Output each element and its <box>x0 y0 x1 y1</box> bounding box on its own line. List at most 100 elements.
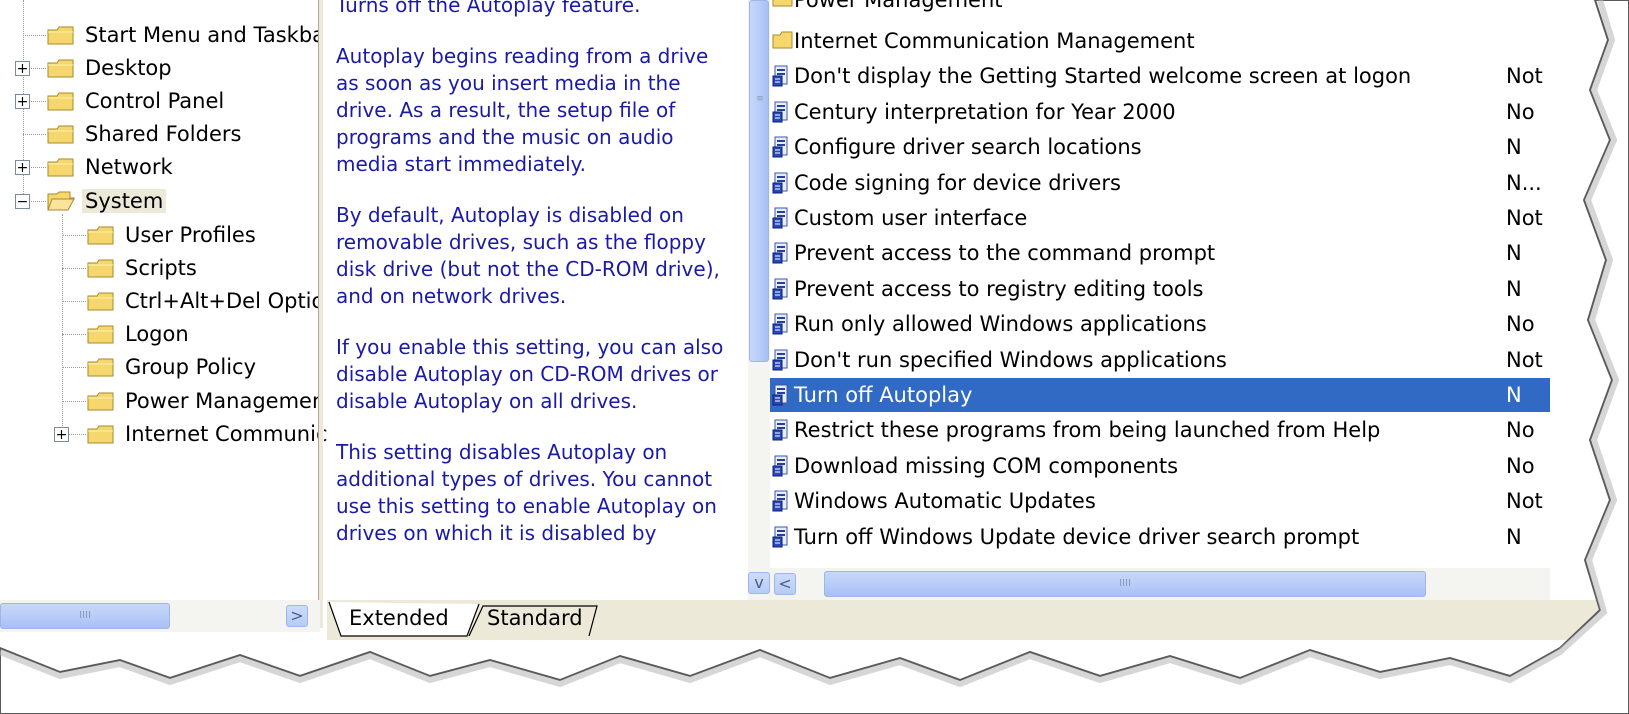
policy-setting-row[interactable]: Prevent access to the command prompt N <box>770 236 1550 270</box>
policy-setting-row[interactable]: Configure driver search locations N <box>770 130 1550 164</box>
tree-item[interactable]: Start Menu and Taskba <box>46 20 327 50</box>
policy-setting-row[interactable]: Windows Automatic Updates Not <box>770 484 1550 518</box>
tree-item[interactable]: Group Policy <box>86 352 259 382</box>
policy-setting-icon <box>772 489 792 513</box>
policy-setting-row[interactable]: Download missing COM components No <box>770 449 1550 483</box>
policy-setting-icon <box>772 418 792 442</box>
description-scroll-thumb[interactable]: ≡ <box>749 0 769 362</box>
tree-scroll-thumb[interactable]: IIII <box>0 603 170 629</box>
folder-icon <box>86 257 116 279</box>
folder-icon <box>772 29 793 53</box>
policy-setting-icon <box>772 206 792 230</box>
policy-setting-row[interactable]: Code signing for device drivers N... <box>770 166 1550 200</box>
scroll-grip-icon: ≡ <box>756 94 764 104</box>
list-horizontal-scrollbar[interactable]: < IIII <box>770 568 1550 600</box>
chevron-down-icon: v <box>754 573 764 592</box>
tree-item[interactable]: Internet Communic <box>86 419 327 449</box>
setting-state: Not <box>1506 206 1543 230</box>
tree-item[interactable]: Ctrl+Alt+Del Optio <box>86 286 327 316</box>
policy-setting-row[interactable]: Don't run specified Windows applications… <box>770 343 1550 377</box>
setting-state: Not <box>1506 489 1543 514</box>
setting-name: Configure driver search locations <box>794 135 1142 160</box>
folder-icon <box>46 24 76 46</box>
list-item-label: Power Management <box>794 0 1003 12</box>
description-paragraph: By default, Autoplay is disabled on remo… <box>336 203 720 308</box>
policy-setting-row[interactable]: Run only allowed Windows applications No <box>770 307 1550 341</box>
chevron-left-icon: < <box>778 574 792 593</box>
description-paragraph: If you enable this setting, you can also… <box>336 335 724 413</box>
setting-name: Restrict these programs from being launc… <box>794 418 1381 443</box>
tree-item[interactable]: Network <box>46 152 176 182</box>
description-vertical-scrollbar[interactable]: ≡ v <box>748 0 770 600</box>
tree-connector <box>62 301 86 302</box>
setting-state: N <box>1506 135 1522 160</box>
policy-setting-icon <box>772 348 792 372</box>
tree-connector <box>62 235 86 236</box>
setting-name: Custom user interface <box>794 206 1028 230</box>
pane-splitter[interactable] <box>318 0 324 628</box>
list-scroll-thumb[interactable]: IIII <box>824 571 1426 597</box>
setting-name: Don't run specified Windows applications <box>794 347 1227 372</box>
expand-icon[interactable]: + <box>54 427 69 442</box>
scroll-down-button[interactable]: v <box>748 572 770 594</box>
tree-item-label: Shared Folders <box>85 122 242 146</box>
scroll-left-button[interactable]: < <box>774 573 796 595</box>
policy-setting-row[interactable]: Don't display the Getting Started welcom… <box>770 59 1550 93</box>
tree-item[interactable]: System <box>46 186 167 216</box>
expand-icon[interactable]: + <box>15 61 30 76</box>
folder-icon <box>86 290 116 312</box>
tab-standard[interactable]: Standard <box>487 600 583 636</box>
policy-setting-icon <box>772 277 792 301</box>
setting-state: Not <box>1506 64 1543 89</box>
tree-item[interactable]: Control Panel <box>46 86 227 116</box>
tree-item[interactable]: Power Managemen <box>86 386 327 416</box>
setting-name: Prevent access to the command prompt <box>794 241 1216 266</box>
policy-setting-row[interactable]: Restrict these programs from being launc… <box>770 413 1550 447</box>
policy-setting-icon <box>772 171 792 195</box>
tree-item-label: User Profiles <box>125 223 256 247</box>
tree-item[interactable]: Desktop <box>46 53 175 83</box>
collapse-icon[interactable]: − <box>15 194 30 209</box>
tree-item[interactable]: User Profiles <box>86 220 259 250</box>
setting-state: No <box>1506 99 1535 124</box>
setting-state: No <box>1506 453 1535 478</box>
setting-description: Turns off the Autoplay feature. Autoplay… <box>336 0 734 600</box>
tree-item[interactable]: Logon <box>86 319 192 349</box>
scroll-right-button[interactable]: > <box>286 605 308 627</box>
folder-icon <box>46 57 76 79</box>
setting-state: No <box>1506 418 1535 443</box>
folder-item[interactable]: Internet Communication Management <box>770 24 1550 58</box>
setting-name: Turn off Windows Update device driver se… <box>794 524 1360 549</box>
setting-name: Don't display the Getting Started welcom… <box>794 64 1412 89</box>
policy-setting-row[interactable]: Prevent access to registry editing tools… <box>770 272 1550 306</box>
tree-connector <box>62 401 86 402</box>
tree-item-label: Start Menu and Taskba <box>85 23 326 47</box>
setting-name: Turn off Autoplay <box>794 383 973 407</box>
policy-setting-row[interactable]: Century interpretation for Year 2000 No <box>770 95 1550 129</box>
tree-item[interactable]: Shared Folders <box>46 119 244 149</box>
folder-icon <box>46 123 76 145</box>
expand-icon[interactable]: + <box>15 160 30 175</box>
setting-state: N <box>1506 383 1522 407</box>
tree-item-label: Control Panel <box>85 89 225 113</box>
tree-horizontal-scrollbar[interactable]: IIII > <box>0 600 320 632</box>
open-folder-icon <box>46 190 76 212</box>
expand-icon[interactable]: + <box>15 94 30 109</box>
folder-icon <box>86 423 116 445</box>
tree-item-label: Group Policy <box>125 355 257 379</box>
policy-setting-row[interactable]: Turn off Autoplay N <box>770 378 1550 412</box>
setting-state: N <box>1506 241 1522 266</box>
description-paragraph: Turns off the Autoplay feature. <box>336 0 641 17</box>
policy-setting-row[interactable]: Custom user interface Not <box>770 201 1550 235</box>
policy-setting-icon <box>772 383 792 407</box>
policy-setting-row[interactable]: Turn off Windows Update device driver se… <box>770 520 1550 554</box>
list-item-partial[interactable]: Power Management <box>770 0 1550 17</box>
tab-extended[interactable]: Extended <box>349 600 449 636</box>
policy-setting-icon <box>772 312 792 336</box>
setting-state: No <box>1506 312 1535 337</box>
policy-setting-icon <box>772 241 792 265</box>
tree-item[interactable]: Scripts <box>86 253 200 283</box>
setting-name: Code signing for device drivers <box>794 170 1121 195</box>
chevron-right-icon: > <box>290 606 304 625</box>
policy-setting-icon <box>772 135 792 159</box>
